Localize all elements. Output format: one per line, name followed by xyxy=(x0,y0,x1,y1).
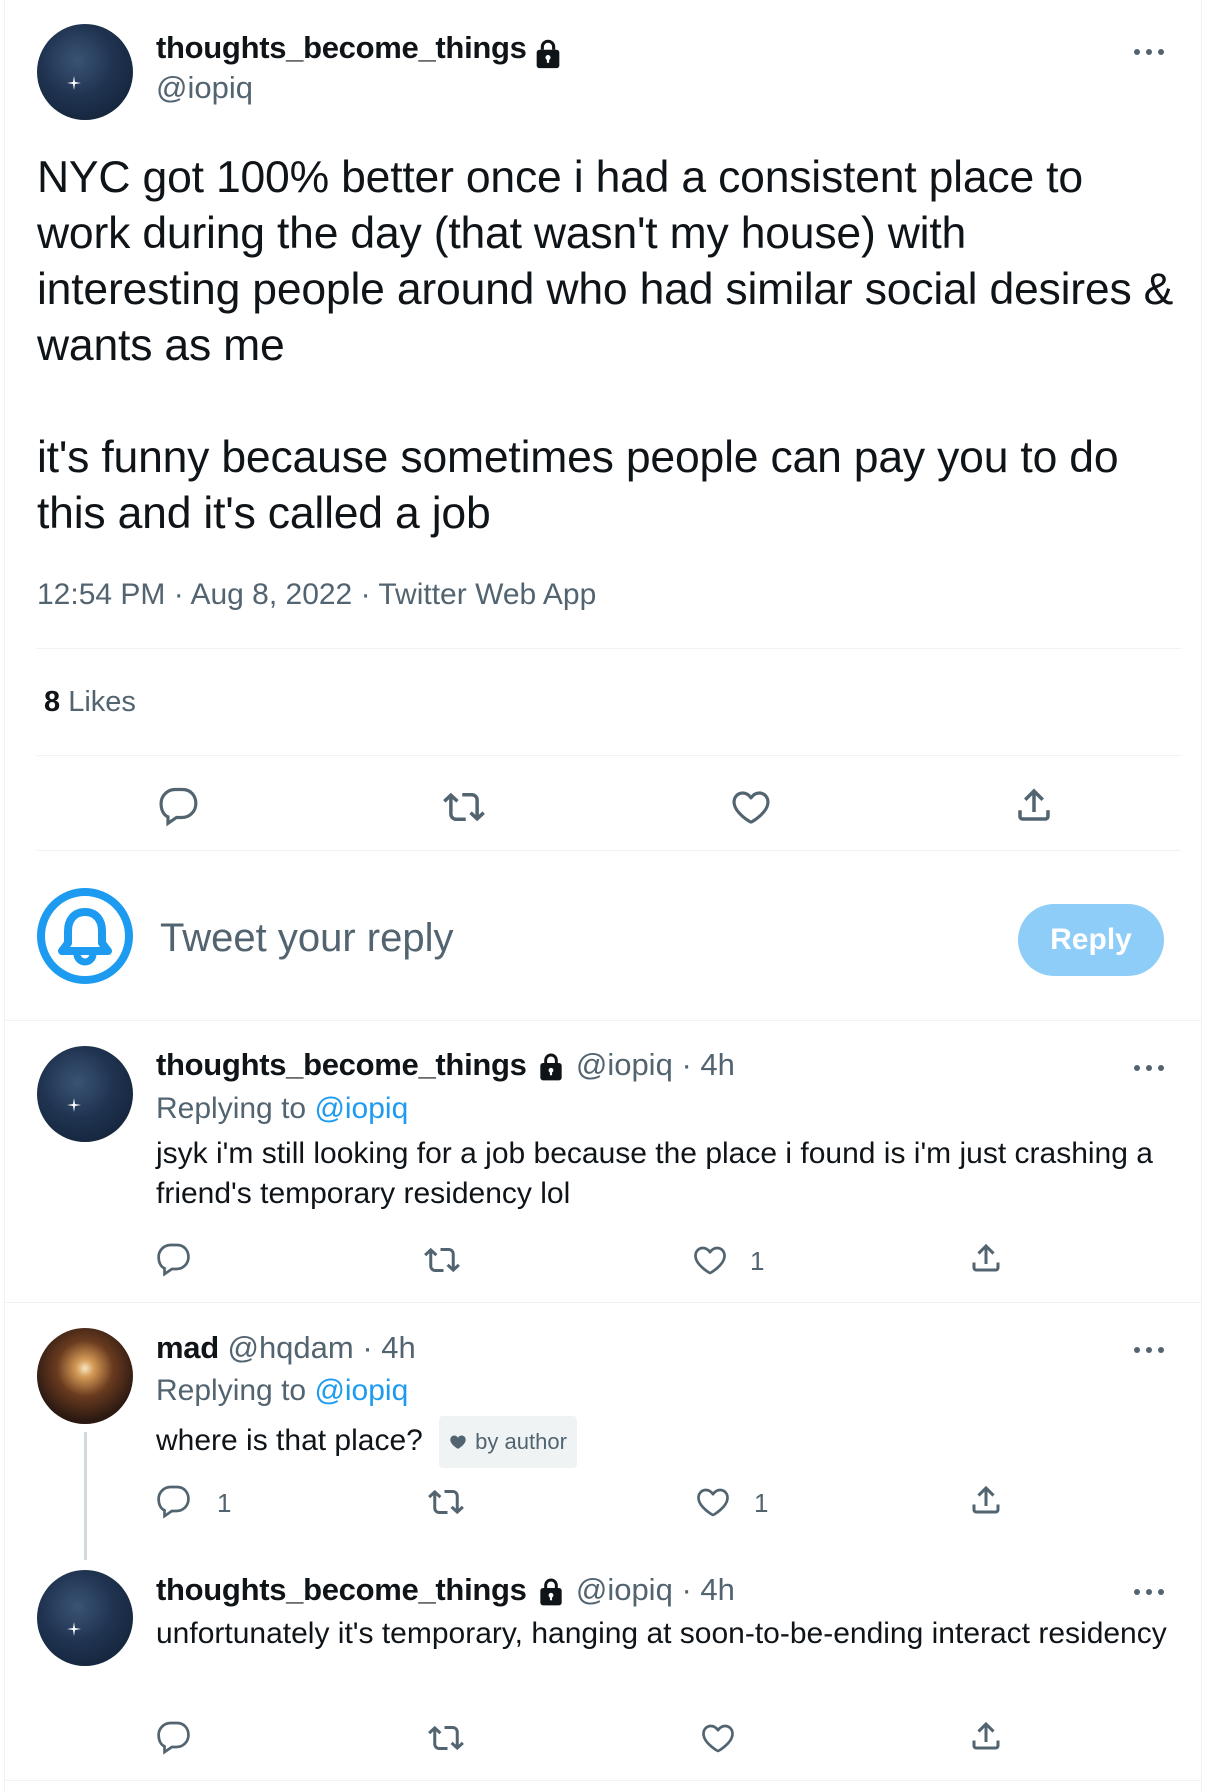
divider xyxy=(4,1302,1202,1303)
likes-label: Likes xyxy=(68,686,136,718)
reply-action[interactable] xyxy=(158,786,200,828)
tweet-time[interactable]: 12:54 PM xyxy=(37,578,165,611)
heart-icon xyxy=(692,1242,728,1278)
reply-action[interactable] xyxy=(156,1242,192,1278)
reply-input[interactable]: Tweet your reply xyxy=(160,916,453,961)
meta-separator: · xyxy=(173,578,191,611)
replying-to: Replying to @iopiq xyxy=(156,1092,408,1126)
retweet-icon xyxy=(424,1242,460,1278)
bell-avatar-icon[interactable] xyxy=(37,888,133,984)
share-action[interactable] xyxy=(1013,784,1055,826)
share-action[interactable] xyxy=(968,1482,1004,1518)
reply-age[interactable]: · 4h xyxy=(681,1572,734,1607)
share-icon xyxy=(968,1482,1004,1518)
like-action[interactable] xyxy=(700,1720,736,1756)
meta-separator: · xyxy=(360,578,379,611)
share-icon xyxy=(1013,784,1055,826)
reply-handle[interactable]: @iopiq xyxy=(576,1047,673,1082)
like-count: 1 xyxy=(750,1246,765,1276)
reply-header: mad @hqdam · 4h xyxy=(156,1330,416,1366)
reply-handle[interactable]: @hqdam xyxy=(227,1330,353,1365)
mad-avatar[interactable] xyxy=(37,1328,133,1424)
reply-icon xyxy=(156,1484,192,1520)
reply-text: jsyk i'm still looking for a job because… xyxy=(156,1137,1153,1210)
like-count: 1 xyxy=(754,1488,769,1518)
divider xyxy=(37,648,1181,649)
like-action[interactable] xyxy=(692,1242,728,1278)
reply-age[interactable]: · 4h xyxy=(362,1330,415,1365)
likes-stat[interactable]: 8 Likes xyxy=(44,686,136,719)
divider xyxy=(37,755,1181,756)
divider xyxy=(4,1780,1202,1781)
tweet-date[interactable]: Aug 8, 2022 xyxy=(190,578,352,611)
tweet-source[interactable]: Twitter Web App xyxy=(378,578,596,611)
sparkle-icon xyxy=(67,1622,81,1636)
reply-header: thoughts_become_things @iopiq · 4h xyxy=(156,1572,735,1608)
reply-avatar[interactable] xyxy=(37,1046,133,1142)
heart-icon xyxy=(730,786,772,828)
heart-filled-icon xyxy=(450,1435,466,1449)
replying-to: Replying to @iopiq xyxy=(156,1374,408,1408)
replying-mention[interactable]: @iopiq xyxy=(314,1374,408,1407)
likes-count: 8 xyxy=(44,686,61,718)
retweet-action[interactable] xyxy=(428,1484,464,1520)
thread-line xyxy=(84,1432,87,1560)
more-icon[interactable] xyxy=(1134,1344,1166,1354)
reply-text: where is that place? xyxy=(156,1423,423,1457)
retweet-icon xyxy=(428,1720,464,1756)
author-handle[interactable]: @iopiq xyxy=(156,70,253,106)
share-icon xyxy=(968,1718,1004,1754)
share-icon xyxy=(968,1240,1004,1276)
reply-icon xyxy=(156,1242,192,1278)
reply-action[interactable] xyxy=(156,1720,192,1756)
reply-count: 1 xyxy=(217,1488,232,1518)
reply-text-row: where is that place? by author xyxy=(156,1416,1176,1468)
retweet-action[interactable] xyxy=(428,1720,464,1756)
author-avatar[interactable] xyxy=(37,24,133,120)
like-action[interactable] xyxy=(695,1484,731,1520)
heart-icon xyxy=(700,1720,736,1756)
more-icon[interactable] xyxy=(1134,1062,1166,1072)
reply-display-name[interactable]: mad xyxy=(156,1330,219,1365)
divider xyxy=(37,850,1181,851)
reply-display-name[interactable]: thoughts_become_things xyxy=(156,1047,527,1082)
author-display-name[interactable]: thoughts_become_things xyxy=(156,30,527,65)
reply-icon xyxy=(158,786,200,828)
retweet-action[interactable] xyxy=(443,786,485,828)
badge-label: by author xyxy=(475,1429,567,1454)
reply-display-name[interactable]: thoughts_become_things xyxy=(156,1572,527,1607)
replying-label: Replying to xyxy=(156,1374,307,1407)
lock-icon xyxy=(535,1051,567,1083)
lock-icon xyxy=(535,1576,567,1608)
share-action[interactable] xyxy=(968,1718,1004,1754)
retweet-icon xyxy=(428,1484,464,1520)
reply-age[interactable]: · 4h xyxy=(681,1047,734,1082)
lock-icon xyxy=(531,37,565,71)
replying-label: Replying to xyxy=(156,1092,307,1125)
more-icon[interactable] xyxy=(1134,1586,1166,1596)
sparkle-icon xyxy=(67,76,81,90)
reply-icon xyxy=(156,1720,192,1756)
reply-action[interactable] xyxy=(156,1484,192,1520)
replying-mention[interactable]: @iopiq xyxy=(314,1092,408,1125)
tweet-text: NYC got 100% better once i had a consist… xyxy=(37,153,1174,538)
liked-by-author-badge: by author xyxy=(439,1416,577,1468)
share-action[interactable] xyxy=(968,1240,1004,1276)
retweet-icon xyxy=(443,786,485,828)
heart-icon xyxy=(695,1484,731,1520)
reply-avatar[interactable] xyxy=(37,1570,133,1666)
reply-header: thoughts_become_things @iopiq · 4h xyxy=(156,1047,735,1083)
tweet-meta: 12:54 PM · Aug 8, 2022 · Twitter Web App xyxy=(37,578,596,612)
divider xyxy=(4,1020,1202,1021)
reply-text: unfortunately it's temporary, hanging at… xyxy=(156,1617,1167,1650)
reply-button[interactable]: Reply xyxy=(1018,904,1164,976)
like-action[interactable] xyxy=(730,786,772,828)
author-header: thoughts_become_things xyxy=(156,30,565,71)
reply-handle[interactable]: @iopiq xyxy=(576,1572,673,1607)
more-icon[interactable] xyxy=(1134,46,1166,56)
retweet-action[interactable] xyxy=(424,1242,460,1278)
sparkle-icon xyxy=(67,1098,81,1112)
